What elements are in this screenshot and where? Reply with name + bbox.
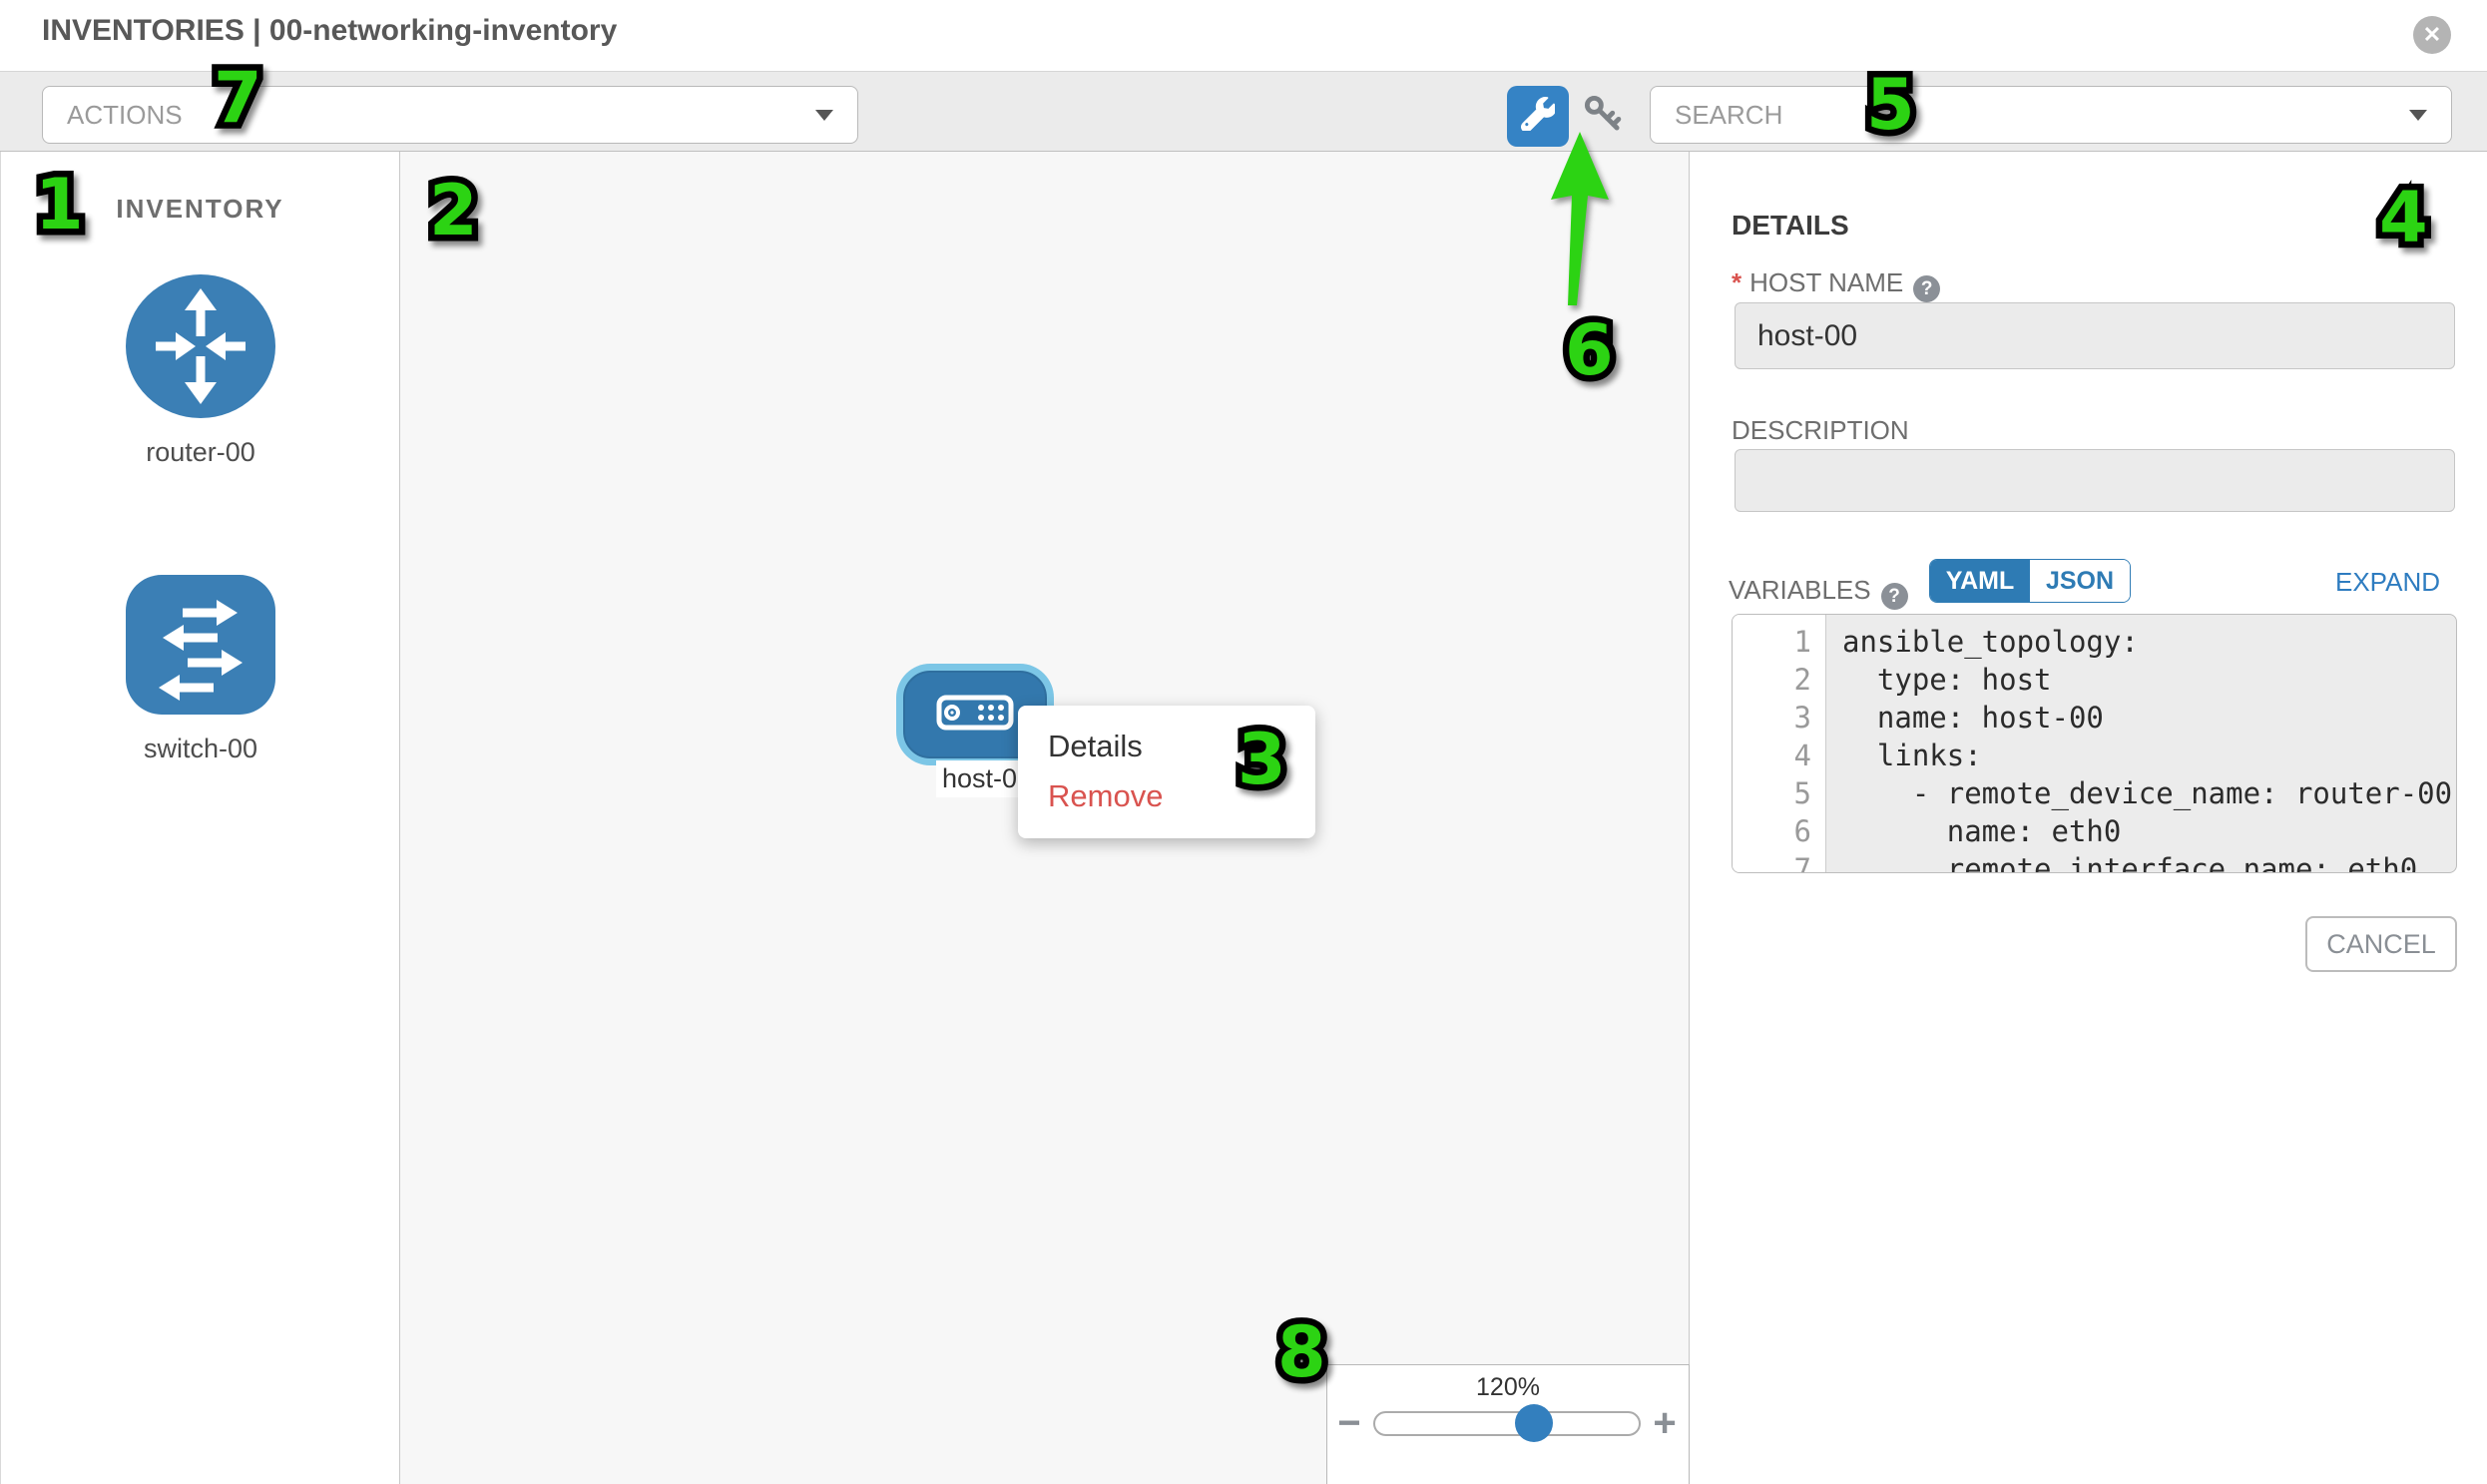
annotation-4: 44 [2379,183,2428,252]
host-name-input[interactable] [1735,302,2455,369]
chevron-down-icon [815,110,833,121]
editor-line-numbers: 1 2 3 4 5 6 7 [1733,615,1826,872]
variables-label-row: VARIABLES? [1729,575,1908,610]
zoom-level: 120% [1327,1373,1689,1402]
code-line: name: host-00 [1842,699,2456,737]
inventory-sidebar: INVENTORY router-00 [0,152,400,1484]
search-dropdown-label: SEARCH [1675,100,1782,131]
zoom-control: 120% − + [1326,1364,1690,1484]
details-panel-title: DETAILS [1732,210,1849,242]
page-title: INVENTORIES | 00-networking-inventory [42,14,617,48]
help-icon[interactable]: ? [1881,583,1908,610]
code-line: ansible_topology: [1842,623,2456,661]
code-line: type: host [1842,661,2456,699]
line-number: 6 [1733,812,1825,850]
host-node-label: host-00 [936,760,1018,797]
line-number: 3 [1733,699,1825,737]
expand-link[interactable]: EXPAND [2335,567,2440,598]
header: INVENTORIES | 00-networking-inventory ✕ [0,0,2487,71]
chevron-down-icon [2409,110,2427,121]
host-name-label: HOST NAME [1749,267,1903,297]
palette-item-label: router-00 [1,437,400,468]
topology-canvas[interactable]: host-00 Details Remove 120% − + [400,152,1690,1484]
zoom-slider-thumb[interactable] [1515,1404,1553,1442]
zoom-out-button[interactable]: − [1333,1408,1365,1438]
cancel-button[interactable]: CANCEL [2305,916,2457,972]
line-number: 4 [1733,737,1825,774]
annotation-7: 77 [214,63,262,133]
annotation-arrow-icon [1535,130,1627,316]
line-number: 2 [1733,661,1825,699]
line-number: 5 [1733,774,1825,812]
annotation-8: 88 [1277,1317,1326,1387]
annotation-2: 22 [429,176,478,246]
code-line: remote_interface_name: eth0 [1842,850,2456,873]
switch-icon [126,702,275,719]
host-name-label-row: * HOST NAME? [1732,267,1940,302]
annotation-1: 11 [35,170,84,240]
annotation-3: 33 [1238,725,1286,794]
variables-label: VARIABLES [1729,575,1871,605]
description-input[interactable] [1735,449,2455,512]
inventory-topology-page: INVENTORIES | 00-networking-inventory ✕ … [0,0,2487,1484]
zoom-slider-track[interactable] [1373,1411,1641,1436]
help-icon[interactable]: ? [1913,275,1940,302]
palette-item-switch[interactable]: switch-00 [1,575,400,764]
zoom-in-button[interactable]: + [1649,1408,1681,1438]
description-label: DESCRIPTION [1732,415,1909,446]
actions-dropdown[interactable]: ACTIONS [42,86,858,144]
router-icon [126,405,275,422]
variables-format-toggle: YAML JSON [1929,559,2131,603]
annotation-6: 66 [1565,315,1614,385]
toggle-json[interactable]: JSON [2030,560,2130,602]
code-line: - remote_device_name: router-00 [1842,774,2456,812]
palette-item-label: switch-00 [1,734,400,764]
search-dropdown[interactable]: SEARCH [1650,86,2452,144]
toolbar: ACTIONS SEARCH [0,71,2487,152]
annotation-5: 55 [1866,70,1915,140]
details-panel: DETAILS * HOST NAME? DESCRIPTION VARIABLE… [1691,152,2487,1484]
host-icon [936,695,1014,736]
line-number: 1 [1733,623,1825,661]
required-marker: * [1732,267,1741,297]
actions-dropdown-label: ACTIONS [67,100,183,131]
line-number: 7 [1733,850,1825,873]
palette-item-router[interactable]: router-00 [1,274,400,468]
code-line: links: [1842,737,2456,774]
variables-editor[interactable]: 1 2 3 4 5 6 7 ansible_topology: type: ho… [1732,614,2457,873]
toggle-yaml[interactable]: YAML [1930,560,2030,602]
close-icon: ✕ [2423,22,2441,48]
code-line: name: eth0 [1842,812,2456,850]
editor-code[interactable]: ansible_topology: type: host name: host-… [1826,615,2456,872]
close-button[interactable]: ✕ [2413,16,2451,54]
